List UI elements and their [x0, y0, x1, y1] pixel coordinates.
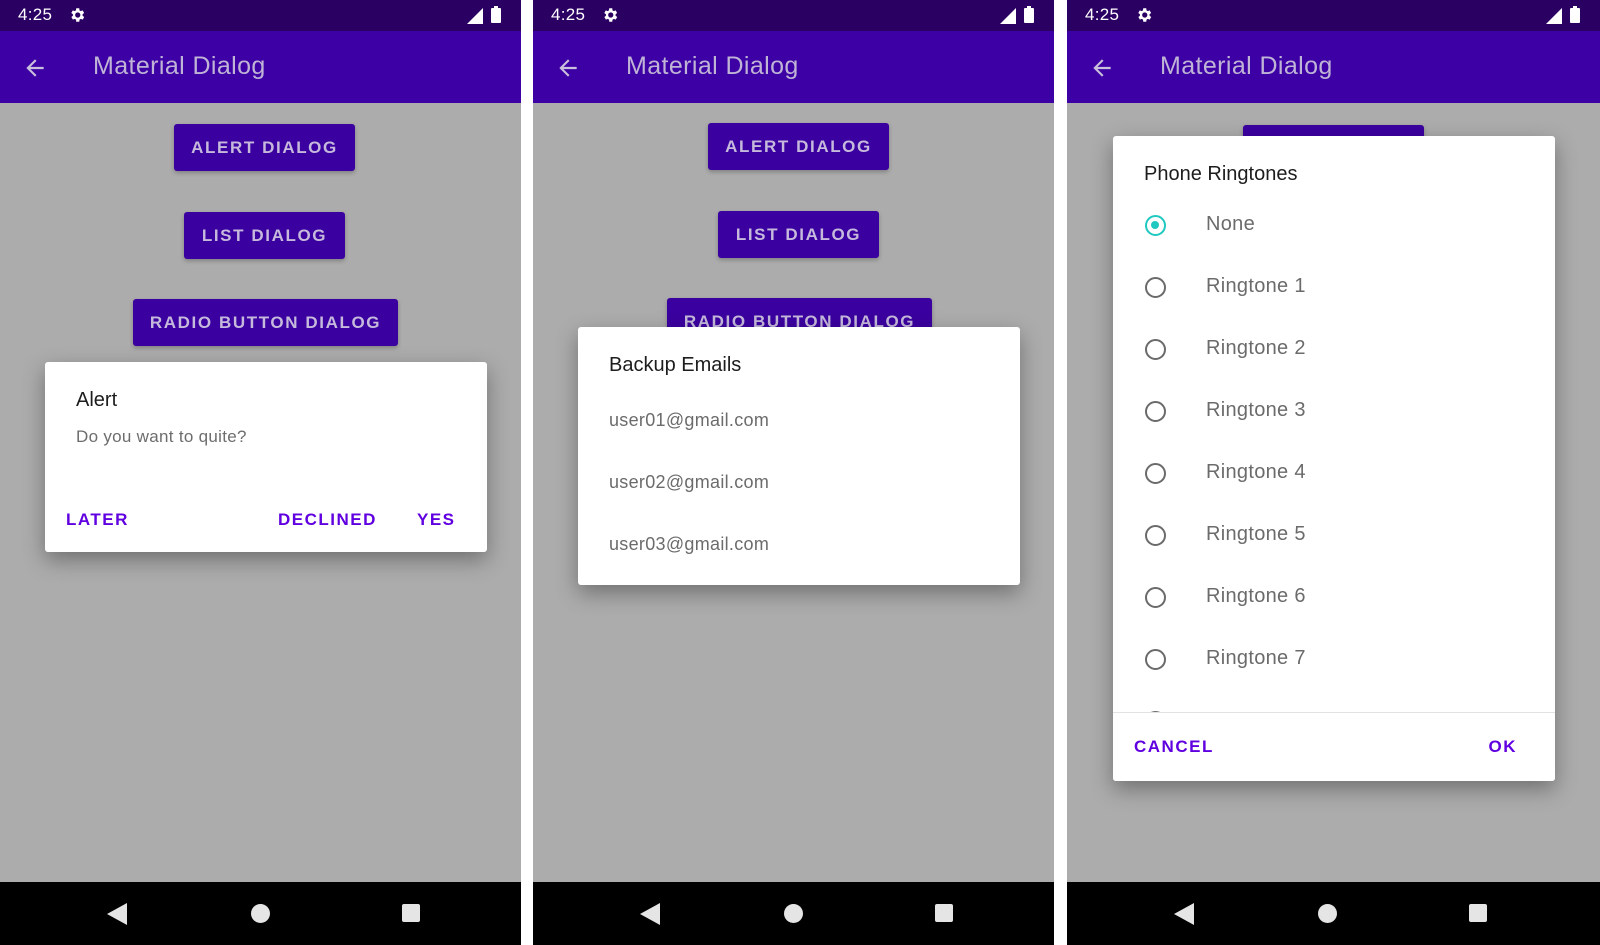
navigation-bar — [1067, 882, 1600, 945]
cancel-button[interactable]: CANCEL — [1134, 737, 1214, 757]
radio-option-label: Ringtone 3 — [1206, 399, 1306, 421]
app-title: Material Dialog — [93, 52, 266, 80]
list-dialog-button[interactable]: LIST DIALOG — [184, 212, 345, 259]
alert-dialog-button[interactable]: ALERT DIALOG — [708, 123, 889, 170]
radio-option[interactable]: None — [1113, 200, 1555, 262]
signal-icon — [1000, 8, 1016, 24]
app-bar: Material Dialog — [533, 31, 1054, 103]
radio-unchecked-icon[interactable] — [1145, 339, 1166, 360]
status-bar: 4:25 — [533, 0, 1054, 31]
list-item-email[interactable]: user02@gmail.com — [609, 472, 769, 493]
list-dialog-button[interactable]: LIST DIALOG — [718, 211, 879, 258]
dialog-title: Phone Ringtones — [1144, 163, 1298, 185]
nav-recents-icon[interactable] — [402, 904, 420, 922]
radio-option-label: Ringtone 5 — [1206, 523, 1306, 545]
radio-unchecked-icon[interactable] — [1145, 277, 1166, 298]
radio-option[interactable]: Ringtone 2 — [1113, 324, 1555, 386]
radio-option[interactable]: Ringtone 5 — [1113, 510, 1555, 572]
radio-button-dialog-button[interactable]: RADIO BUTTON DIALOG — [133, 299, 398, 346]
yes-button[interactable]: YES — [417, 510, 456, 530]
radio-option-label: Ringtone 2 — [1206, 337, 1306, 359]
radio-option[interactable]: Ringtone 4 — [1113, 448, 1555, 510]
radio-checked-icon[interactable] — [1145, 215, 1166, 236]
radio-unchecked-icon[interactable] — [1145, 525, 1166, 546]
app-bar: Material Dialog — [0, 31, 521, 103]
status-bar: 4:25 — [0, 0, 521, 31]
signal-icon — [1546, 8, 1562, 24]
radio-option-label: Ringtone 7 — [1206, 647, 1306, 669]
nav-back-icon[interactable] — [107, 903, 127, 925]
alert-dialog: Alert Do you want to quite? LATER DECLIN… — [45, 362, 487, 552]
radio-option[interactable]: Ringtone 1 — [1113, 262, 1555, 324]
app-bar: Material Dialog — [1067, 31, 1600, 103]
status-time: 4:25 — [1085, 5, 1120, 24]
battery-icon — [1024, 6, 1034, 23]
nav-home-icon[interactable] — [784, 904, 803, 923]
declined-button[interactable]: DECLINED — [278, 510, 377, 530]
radio-option-label: None — [1206, 213, 1256, 235]
gear-icon — [1138, 8, 1152, 22]
radio-unchecked-icon[interactable] — [1145, 649, 1166, 670]
battery-icon — [1570, 6, 1580, 23]
radio-option[interactable]: Ringtone 7 — [1113, 634, 1555, 696]
app-title: Material Dialog — [1160, 52, 1333, 80]
phone-screen-radio: 4:25 Material Dialog Phone Ringtones Non… — [1067, 0, 1600, 945]
back-arrow-icon[interactable] — [555, 55, 581, 81]
radio-option-label: Ringtone 6 — [1206, 585, 1306, 607]
dialog-title: Backup Emails — [609, 354, 742, 376]
ok-button[interactable]: OK — [1489, 737, 1518, 757]
signal-icon — [467, 8, 483, 24]
radio-unchecked-icon[interactable] — [1145, 587, 1166, 608]
navigation-bar — [533, 882, 1054, 945]
alert-dialog-button[interactable]: ALERT DIALOG — [174, 124, 355, 171]
nav-home-icon[interactable] — [1318, 904, 1337, 923]
radio-unchecked-icon[interactable] — [1145, 401, 1166, 422]
status-time: 4:25 — [551, 5, 586, 24]
radio-option[interactable]: Ringtone 6 — [1113, 572, 1555, 634]
list-dialog: Backup Emails user01@gmail.com user02@gm… — [578, 327, 1020, 585]
nav-recents-icon[interactable] — [935, 904, 953, 922]
phone-screen-list: 4:25 Material Dialog ALERT DIALOG LIST D… — [533, 0, 1054, 945]
navigation-bar — [0, 882, 521, 945]
radio-option-label: Ringtone 1 — [1206, 275, 1306, 297]
dialog-message: Do you want to quite? — [76, 427, 247, 446]
nav-home-icon[interactable] — [251, 904, 270, 923]
gear-icon — [604, 8, 618, 22]
gear-icon — [71, 8, 85, 22]
back-arrow-icon[interactable] — [1089, 55, 1115, 81]
phone-screen-alert: 4:25 Material Dialog ALERT DIALOG LIST D… — [0, 0, 521, 945]
nav-back-icon[interactable] — [1174, 903, 1194, 925]
status-time: 4:25 — [18, 5, 53, 24]
nav-back-icon[interactable] — [640, 903, 660, 925]
radio-unchecked-icon[interactable] — [1145, 463, 1166, 484]
app-title: Material Dialog — [626, 52, 799, 80]
status-bar: 4:25 — [1067, 0, 1600, 31]
later-button[interactable]: LATER — [66, 510, 129, 530]
dialog-actions-bar: CANCEL OK — [1113, 712, 1555, 781]
battery-icon — [491, 6, 501, 23]
dialog-title: Alert — [76, 389, 118, 411]
list-item-email[interactable]: user01@gmail.com — [609, 410, 769, 431]
radio-option[interactable]: Ringtone 3 — [1113, 386, 1555, 448]
list-item-email[interactable]: user03@gmail.com — [609, 534, 769, 555]
radio-option-label: Ringtone 4 — [1206, 461, 1306, 483]
back-arrow-icon[interactable] — [22, 55, 48, 81]
radio-dialog: Phone Ringtones None Ringtone 1 Ringtone… — [1113, 136, 1555, 781]
nav-recents-icon[interactable] — [1469, 904, 1487, 922]
